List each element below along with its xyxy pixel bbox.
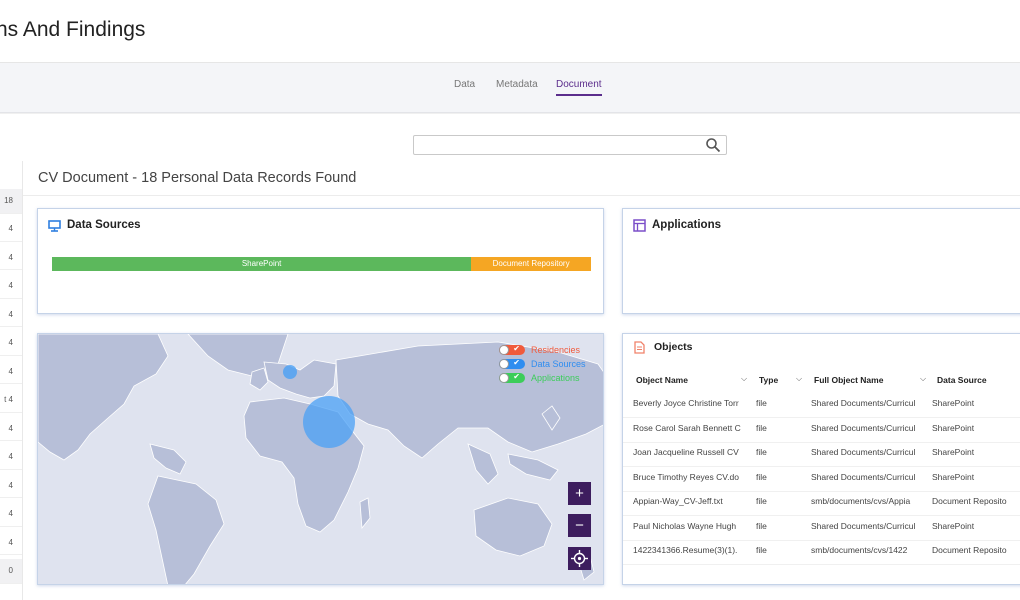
legend-applications-toggle[interactable]: ✔ Applications xyxy=(499,372,580,384)
column-header-full-object-name[interactable]: Full Object Name xyxy=(814,375,883,385)
tab-metadata[interactable]: Metadata xyxy=(496,79,538,90)
column-header-object-name[interactable]: Object Name xyxy=(636,375,688,385)
chevron-down-icon[interactable]: ⌵ xyxy=(920,374,926,384)
count-cell[interactable]: 0 xyxy=(0,559,22,584)
table-cell: smb/documents/cvs/Appia xyxy=(811,496,911,506)
data-sources-title: Data Sources xyxy=(67,219,141,231)
count-cell[interactable]: 4 xyxy=(0,502,22,527)
applications-card: Applications xyxy=(622,208,1020,314)
data-source-segment[interactable]: Document Repository xyxy=(471,257,591,271)
count-cell[interactable]: 18 xyxy=(0,189,22,214)
table-cell: Paul Nicholas Wayne Hugh xyxy=(633,520,737,531)
count-cell[interactable]: 4 xyxy=(0,417,22,441)
table-cell: Appian-Way_CV-Jeff.txt xyxy=(633,496,723,506)
table-cell: Shared Documents/Curricul xyxy=(811,520,916,531)
tab-data[interactable]: Data xyxy=(454,79,475,90)
section-title: CV Document - 18 Personal Data Records F… xyxy=(38,170,357,186)
table-cell: Document Reposito xyxy=(932,496,1007,506)
applications-title: Applications xyxy=(652,219,722,231)
table-cell: Shared Documents/Curricul xyxy=(811,447,916,457)
legend-label: Residencies xyxy=(531,345,581,355)
count-cell[interactable]: 4 xyxy=(0,531,22,555)
table-cell: Shared Documents/Curricul xyxy=(811,398,916,408)
table-cell: Document Reposito xyxy=(932,545,1007,555)
table-cell: file xyxy=(756,496,767,506)
count-cell[interactable]: 4 xyxy=(0,474,22,498)
map-bubble[interactable] xyxy=(303,396,355,448)
count-cell[interactable]: t 4 xyxy=(0,388,22,413)
objects-title: Objects xyxy=(654,341,693,353)
table-cell: SharePoint xyxy=(932,422,975,433)
objects-card: Objects Object Name ⌵ Type ⌵ Full Object… xyxy=(622,333,1020,585)
page-title: ns And Findings xyxy=(0,18,146,41)
table-cell: file xyxy=(756,422,767,433)
table-cell: file xyxy=(756,545,767,555)
column-header-type[interactable]: Type xyxy=(759,375,778,385)
table-cell: SharePoint xyxy=(932,447,975,457)
table-cell: file xyxy=(756,520,767,531)
table-cell: file xyxy=(756,447,767,457)
tab-bar: Data Metadata Document xyxy=(0,63,1020,113)
legend-data-sources-toggle[interactable]: ✔ Data Sources xyxy=(499,358,586,370)
table-cell: smb/documents/cvs/1422 xyxy=(811,545,908,555)
search-input[interactable] xyxy=(413,135,727,155)
legend-label: Data Sources xyxy=(531,359,586,369)
toggle-switch[interactable]: ✔ xyxy=(499,372,525,383)
section-divider xyxy=(23,195,1020,196)
toggle-switch[interactable]: ✔ xyxy=(499,344,525,355)
document-icon xyxy=(634,341,645,354)
table-cell: Beverly Joyce Christine Torr xyxy=(633,398,739,408)
monitor-icon xyxy=(48,220,61,232)
chevron-down-icon[interactable]: ⌵ xyxy=(796,374,802,384)
count-cell[interactable]: 4 xyxy=(0,217,22,242)
table-cell: Joan Jacqueline Russell CV xyxy=(633,447,739,457)
search-row xyxy=(0,113,1020,161)
count-cell[interactable]: 4 xyxy=(0,360,22,384)
locate-button[interactable] xyxy=(568,547,591,570)
count-cell[interactable]: 4 xyxy=(0,445,22,470)
map-bubble[interactable] xyxy=(283,365,297,379)
data-sources-card: Data Sources SharePoint Document Reposito… xyxy=(37,208,604,314)
legend-residencies-toggle[interactable]: ✔ Residencies xyxy=(499,344,580,356)
table-cell: SharePoint xyxy=(932,471,975,482)
legend-label: Applications xyxy=(531,373,580,383)
table-cell: Shared Documents/Curricul xyxy=(811,471,916,482)
count-cell[interactable]: 4 xyxy=(0,246,22,270)
tab-document[interactable]: Document xyxy=(556,79,602,96)
table-cell: 1422341366.Resume(3)(1). xyxy=(633,545,738,555)
table-cell: file xyxy=(756,398,767,408)
data-sources-bar: SharePoint Document Repository xyxy=(52,257,591,271)
table-cell: Shared Documents/Curricul xyxy=(811,422,916,433)
table-cell: Rose Carol Sarah Bennett C xyxy=(633,422,741,433)
column-header-data-source[interactable]: Data Source xyxy=(937,375,987,385)
table-cell: SharePoint xyxy=(932,398,975,408)
toggle-switch[interactable]: ✔ xyxy=(499,358,525,369)
search-icon[interactable] xyxy=(705,137,721,153)
table-cell: Bruce Timothy Reyes CV.do xyxy=(633,471,739,482)
zoom-in-button[interactable]: + xyxy=(568,482,591,505)
table-cell: file xyxy=(756,471,767,482)
chevron-down-icon[interactable]: ⌵ xyxy=(741,374,747,384)
count-cell[interactable]: 4 xyxy=(0,274,22,299)
count-cell[interactable]: 4 xyxy=(0,331,22,356)
table-cell: SharePoint xyxy=(932,520,975,531)
title-bar: ns And Findings xyxy=(0,0,1020,63)
count-cell[interactable]: 4 xyxy=(0,303,22,327)
crosshair-icon xyxy=(571,550,588,567)
zoom-out-button[interactable]: − xyxy=(568,514,591,537)
window-icon xyxy=(633,219,646,232)
left-count-column: 18 4 4 4 4 4 4 t 4 4 4 4 4 4 0 xyxy=(0,161,23,600)
data-source-segment[interactable]: SharePoint xyxy=(52,257,472,271)
world-map[interactable]: ✔ Residencies ✔ Data Sources ✔ Applicati… xyxy=(37,333,604,585)
